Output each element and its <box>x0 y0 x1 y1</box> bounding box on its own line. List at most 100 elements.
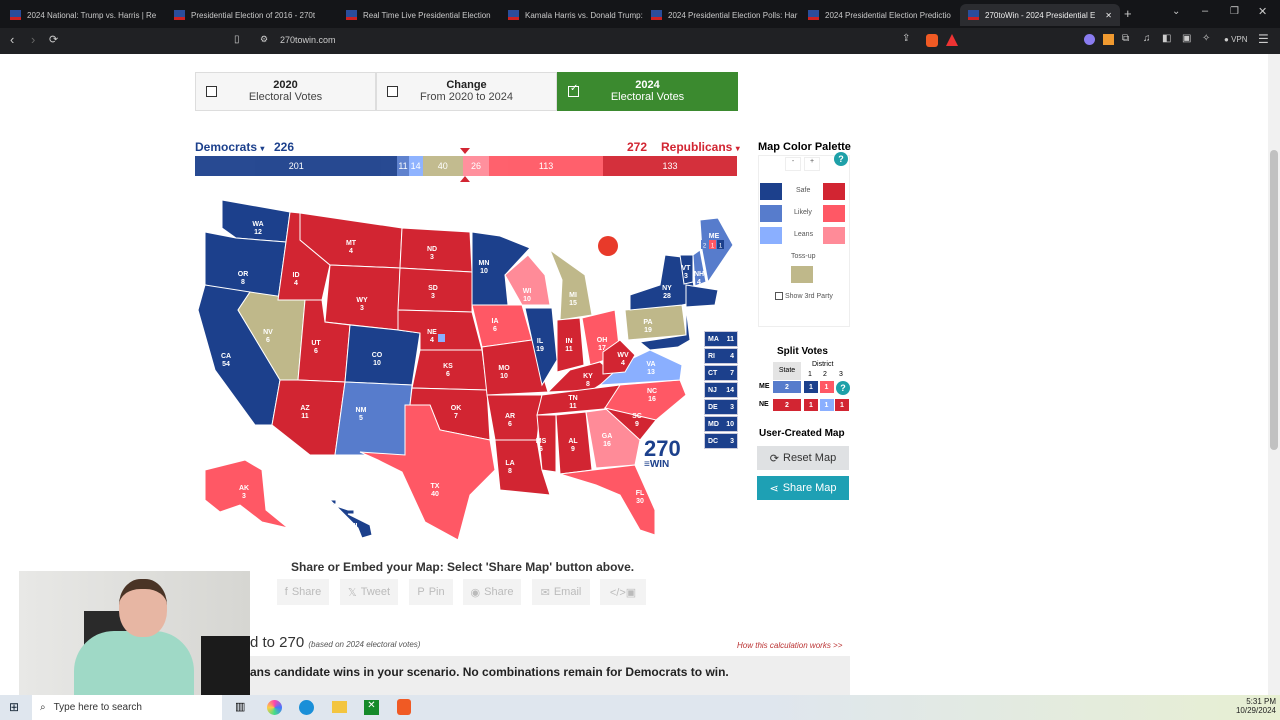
split-district-cell[interactable]: 1 <box>835 399 849 411</box>
share-map-button[interactable]: ⋖ Share Map <box>757 476 849 500</box>
embed-button[interactable]: </>▣ <box>600 579 646 605</box>
menu-icon[interactable]: ☰ <box>1258 32 1269 46</box>
toggle-change-2020-2024[interactable]: Change From 2020 to 2024 <box>376 72 557 111</box>
brave-taskbar-icon[interactable] <box>397 699 411 715</box>
democrats-dropdown[interactable]: Democrats ▾ <box>195 140 264 154</box>
browser-tab[interactable]: 270toWin - 2024 Presidential E ✕ <box>960 4 1120 26</box>
state-pa[interactable] <box>624 304 687 341</box>
browser-tab[interactable]: Kamala Harris vs. Donald Trump: La <box>500 4 645 26</box>
edge-icon[interactable] <box>299 700 314 715</box>
reddit-share-button[interactable]: ◉ Share <box>463 579 521 605</box>
tab-list-chevron-icon[interactable]: ⌄ <box>1172 6 1180 17</box>
toggle-2024-electoral-votes[interactable]: ✓ 2024 Electoral Votes <box>557 72 738 111</box>
checkbox[interactable] <box>775 292 783 300</box>
url-field[interactable]: 270towin.com <box>280 35 336 45</box>
minimize-button[interactable]: – <box>1202 5 1208 17</box>
extensions-icon[interactable]: ⧉ <box>1122 33 1129 44</box>
state-box-de[interactable]: DE 3 <box>704 399 738 415</box>
state-nm[interactable] <box>334 381 413 456</box>
palette-swatch-lean_r[interactable] <box>823 227 845 244</box>
scrollbar-thumb[interactable] <box>1270 150 1278 450</box>
sidebar-icon[interactable]: ◧ <box>1162 33 1171 44</box>
state-co[interactable] <box>344 324 421 386</box>
close-tab-icon[interactable]: ✕ <box>1105 11 1112 20</box>
browser-tab[interactable]: Presidential Election of 2016 - 270t <box>166 4 338 26</box>
close-window-button[interactable]: ✕ <box>1258 5 1267 18</box>
state-box-ri[interactable]: RI 4 <box>704 348 738 364</box>
brave-shields-icon[interactable] <box>926 34 938 47</box>
taskbar-clock[interactable]: 5:31 PM 10/29/2024 <box>1226 697 1276 715</box>
state-me[interactable] <box>699 217 734 284</box>
palette-swatch-lean_d[interactable] <box>760 227 782 244</box>
checkbox[interactable] <box>387 86 398 97</box>
media-icon[interactable]: ♫ <box>1143 33 1151 44</box>
ev-bar-segment-likely_r[interactable]: 113 <box>489 156 603 176</box>
copilot-icon[interactable] <box>267 700 282 715</box>
split-state-total[interactable]: 2 <box>773 399 801 411</box>
new-tab-button[interactable]: + <box>1124 6 1132 21</box>
how-calculation-works-link[interactable]: How this calculation works >> <box>737 641 842 650</box>
split-state-total[interactable]: 2 <box>773 381 801 393</box>
ev-bar-segment-safe_d[interactable]: 201 <box>195 156 398 176</box>
checkbox[interactable] <box>206 86 217 97</box>
palette-swatch-likely_r[interactable] <box>823 205 845 222</box>
site-info-icon[interactable]: ⚙ <box>260 34 268 45</box>
xbox-icon[interactable]: ✕ <box>364 700 379 715</box>
vpn-button[interactable]: ● VPN <box>1224 35 1248 44</box>
us-electoral-map[interactable]: WA12OR8CA54NV6ID4MT4WY3UT6AZ11CO10NM5ND3… <box>195 195 740 545</box>
split-district-cell[interactable]: 1 <box>819 399 834 411</box>
state-box-nj[interactable]: NJ 14 <box>704 382 738 398</box>
split-district-cell[interactable]: 1 <box>804 399 818 411</box>
palette-swatch-tossup[interactable] <box>791 266 813 283</box>
split-district-cell[interactable]: 1 <box>819 381 834 393</box>
palette-minus-button[interactable]: - <box>785 157 801 171</box>
palette-swatch-safe_d[interactable] <box>760 183 782 200</box>
extension-icon[interactable] <box>1084 34 1095 45</box>
checkbox-checked[interactable]: ✓ <box>568 83 579 97</box>
republicans-dropdown[interactable]: Republicans ▾ <box>661 140 740 154</box>
forward-button[interactable]: › <box>31 32 35 47</box>
email-button[interactable]: ✉ Email <box>532 579 590 605</box>
share-page-icon[interactable]: ⇪ <box>902 33 910 44</box>
file-explorer-icon[interactable] <box>332 701 347 713</box>
leo-ai-icon[interactable]: ✧ <box>1202 33 1210 44</box>
help-icon[interactable]: ? <box>834 152 848 166</box>
state-hi[interactable] <box>328 499 373 539</box>
state-in[interactable] <box>556 317 585 373</box>
tweet-button[interactable]: 𝕏 Tweet <box>340 579 398 605</box>
split-votes-help-icon[interactable]: ? <box>836 381 850 395</box>
state-ia[interactable] <box>471 304 533 348</box>
state-box-dc[interactable]: DC 3 <box>704 433 738 449</box>
facebook-share-button[interactable]: f Share <box>277 579 329 605</box>
windows-start-icon[interactable]: ⊞ <box>9 700 19 714</box>
reset-map-button[interactable]: ⟳ Reset Map <box>757 446 849 470</box>
state-ak[interactable] <box>204 459 289 529</box>
ev-bar-segment-safe_r[interactable]: 133 <box>602 156 737 176</box>
state-mi[interactable] <box>548 248 593 321</box>
show-3rd-party-checkbox[interactable]: Show 3rd Party <box>775 292 833 300</box>
taskbar-search-box[interactable]: ⌕ Type here to search <box>32 695 222 720</box>
back-button[interactable]: ‹ <box>10 32 14 47</box>
task-view-icon[interactable]: ▥ <box>235 700 245 713</box>
toggle-2020-electoral-votes[interactable]: 2020 Electoral Votes <box>195 72 376 111</box>
palette-swatch-likely_d[interactable] <box>760 205 782 222</box>
browser-tab[interactable]: Real Time Live Presidential Election <box>338 4 498 26</box>
ev-bar-segment-likely_d[interactable]: 11 <box>397 156 409 176</box>
brave-rewards-icon[interactable] <box>946 34 958 46</box>
bookmark-icon[interactable]: ▯ <box>234 34 240 45</box>
browser-tab[interactable]: 2024 Presidential Election Polls: Har <box>643 4 798 26</box>
restore-button[interactable]: ❐ <box>1230 6 1239 17</box>
metamask-icon[interactable] <box>1103 34 1114 45</box>
nebraska-district-box[interactable] <box>438 334 445 342</box>
state-box-md[interactable]: MD 10 <box>704 416 738 432</box>
ev-bar-segment-tossup[interactable]: 40 <box>422 156 463 176</box>
state-box-ct[interactable]: CT 7 <box>704 365 738 381</box>
browser-tab[interactable]: 2024 National: Trump vs. Harris | Re <box>2 4 162 26</box>
state-ks[interactable] <box>411 349 488 391</box>
browser-tab[interactable]: 2024 Presidential Election Predictio <box>800 4 958 26</box>
wallet-icon[interactable]: ▣ <box>1182 33 1191 44</box>
palette-plus-button[interactable]: + <box>804 157 820 171</box>
state-box-ma[interactable]: MA 11 <box>704 331 738 347</box>
pinterest-button[interactable]: P Pin <box>409 579 453 605</box>
split-district-cell[interactable]: 1 <box>804 381 818 393</box>
